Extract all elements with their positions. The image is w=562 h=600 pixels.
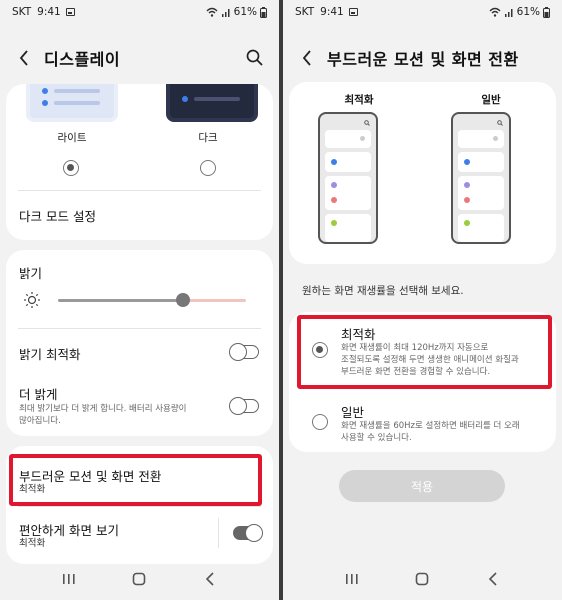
signal-icon [221, 9, 230, 17]
recents-icon[interactable] [59, 569, 79, 589]
divider [18, 506, 261, 507]
home-icon[interactable] [129, 569, 149, 589]
eye-comfort-value: 최적화 [19, 538, 46, 549]
clock: 9:41 [320, 6, 344, 18]
motion-smoothness-screen: SKT 9:41 61% 부드러운 모션 및 화면 전환 최적화 일반 원하는 … [283, 0, 562, 600]
preview-label-optimized: 최적화 [344, 94, 374, 106]
brightness-label: 밝기 [19, 266, 43, 281]
extra-brightness-label: 더 밝게 [19, 387, 58, 402]
page-title: 디스플레이 [44, 50, 121, 69]
theme-card: 라이트 다크 다크 모드 설정 [6, 84, 273, 240]
dark-theme-preview[interactable] [166, 84, 258, 122]
back-arrow-icon[interactable] [299, 50, 315, 66]
preview-label-standard: 일반 [481, 94, 501, 106]
gallery-notification-icon [348, 8, 358, 16]
preview-card: 최적화 일반 [289, 82, 556, 264]
search-icon[interactable] [245, 48, 265, 68]
divider [18, 190, 261, 191]
apply-button[interactable]: 적용 [339, 470, 505, 502]
highlight-box [297, 315, 552, 389]
extra-brightness-desc-1: 최대 밝기보다 더 밝게 합니다. 배터리 사용량이 [19, 404, 187, 414]
carrier: SKT [12, 6, 32, 18]
app-bar: 부드러운 모션 및 화면 전환 [283, 40, 562, 76]
divider [18, 328, 261, 329]
highlight-box [9, 454, 262, 506]
light-theme-label: 라이트 [57, 132, 87, 144]
divider [218, 518, 219, 548]
wifi-icon [206, 7, 218, 17]
eye-comfort-toggle[interactable] [233, 523, 263, 542]
back-icon[interactable] [200, 569, 220, 589]
light-theme-preview[interactable] [26, 84, 118, 122]
preview-phone-standard [451, 112, 511, 244]
light-theme-radio[interactable] [63, 160, 79, 176]
nav-bar [0, 558, 279, 600]
recents-icon[interactable] [342, 569, 362, 589]
eye-comfort-label[interactable]: 편안하게 화면 보기 [19, 520, 119, 539]
back-icon[interactable] [483, 569, 503, 589]
nav-bar [283, 558, 562, 600]
sun-icon [24, 292, 40, 308]
dark-theme-label: 다크 [198, 132, 218, 144]
brightness-slider-fill [58, 299, 184, 302]
extra-brightness-desc-2: 많아집니다. [19, 416, 61, 426]
dark-mode-settings[interactable]: 다크 모드 설정 [19, 206, 96, 225]
brightness-slider-thumb[interactable] [176, 293, 190, 307]
prompt-text: 원하는 화면 재생률을 선택해 보세요. [302, 285, 464, 297]
adaptive-brightness-toggle[interactable] [229, 342, 259, 361]
battery-percent: 61% [233, 6, 257, 18]
status-bar: SKT 9:41 61% [283, 0, 562, 24]
dark-theme-radio[interactable] [200, 160, 216, 176]
page-title: 부드러운 모션 및 화면 전환 [327, 50, 519, 69]
back-arrow-icon[interactable] [16, 50, 32, 66]
app-bar: 디스플레이 [0, 40, 279, 76]
standard-desc-2: 사용할 수 있습니다. [341, 433, 412, 443]
wifi-icon [489, 7, 501, 17]
battery-percent: 61% [516, 6, 540, 18]
brightness-card: 밝기 밝기 최적화 더 밝게 최대 밝기보다 더 밝게 합니다. 배터리 사용량… [6, 250, 273, 436]
standard-desc-1: 화면 재생률을 60Hz로 설정하면 배터리를 더 오래 [341, 421, 520, 431]
mini-search-icon [497, 120, 503, 126]
preview-phone-optimized [318, 112, 378, 244]
display-settings-screen: SKT 9:41 61% 디스플레이 라이트 다크 다크 모드 설정 밝기 밝기… [0, 0, 279, 600]
extra-brightness-toggle[interactable] [229, 396, 259, 415]
mini-search-icon [364, 120, 370, 126]
adaptive-brightness-label: 밝기 최적화 [19, 347, 81, 362]
home-icon[interactable] [412, 569, 432, 589]
clock: 9:41 [37, 6, 61, 18]
carrier: SKT [295, 6, 315, 18]
battery-icon [543, 6, 550, 18]
brightness-slider-rest [184, 299, 246, 302]
status-bar: SKT 9:41 61% [0, 0, 279, 24]
standard-label[interactable]: 일반 [341, 402, 364, 421]
gallery-notification-icon [65, 8, 75, 16]
signal-icon [504, 9, 513, 17]
standard-radio[interactable] [312, 414, 328, 430]
battery-icon [260, 6, 267, 18]
